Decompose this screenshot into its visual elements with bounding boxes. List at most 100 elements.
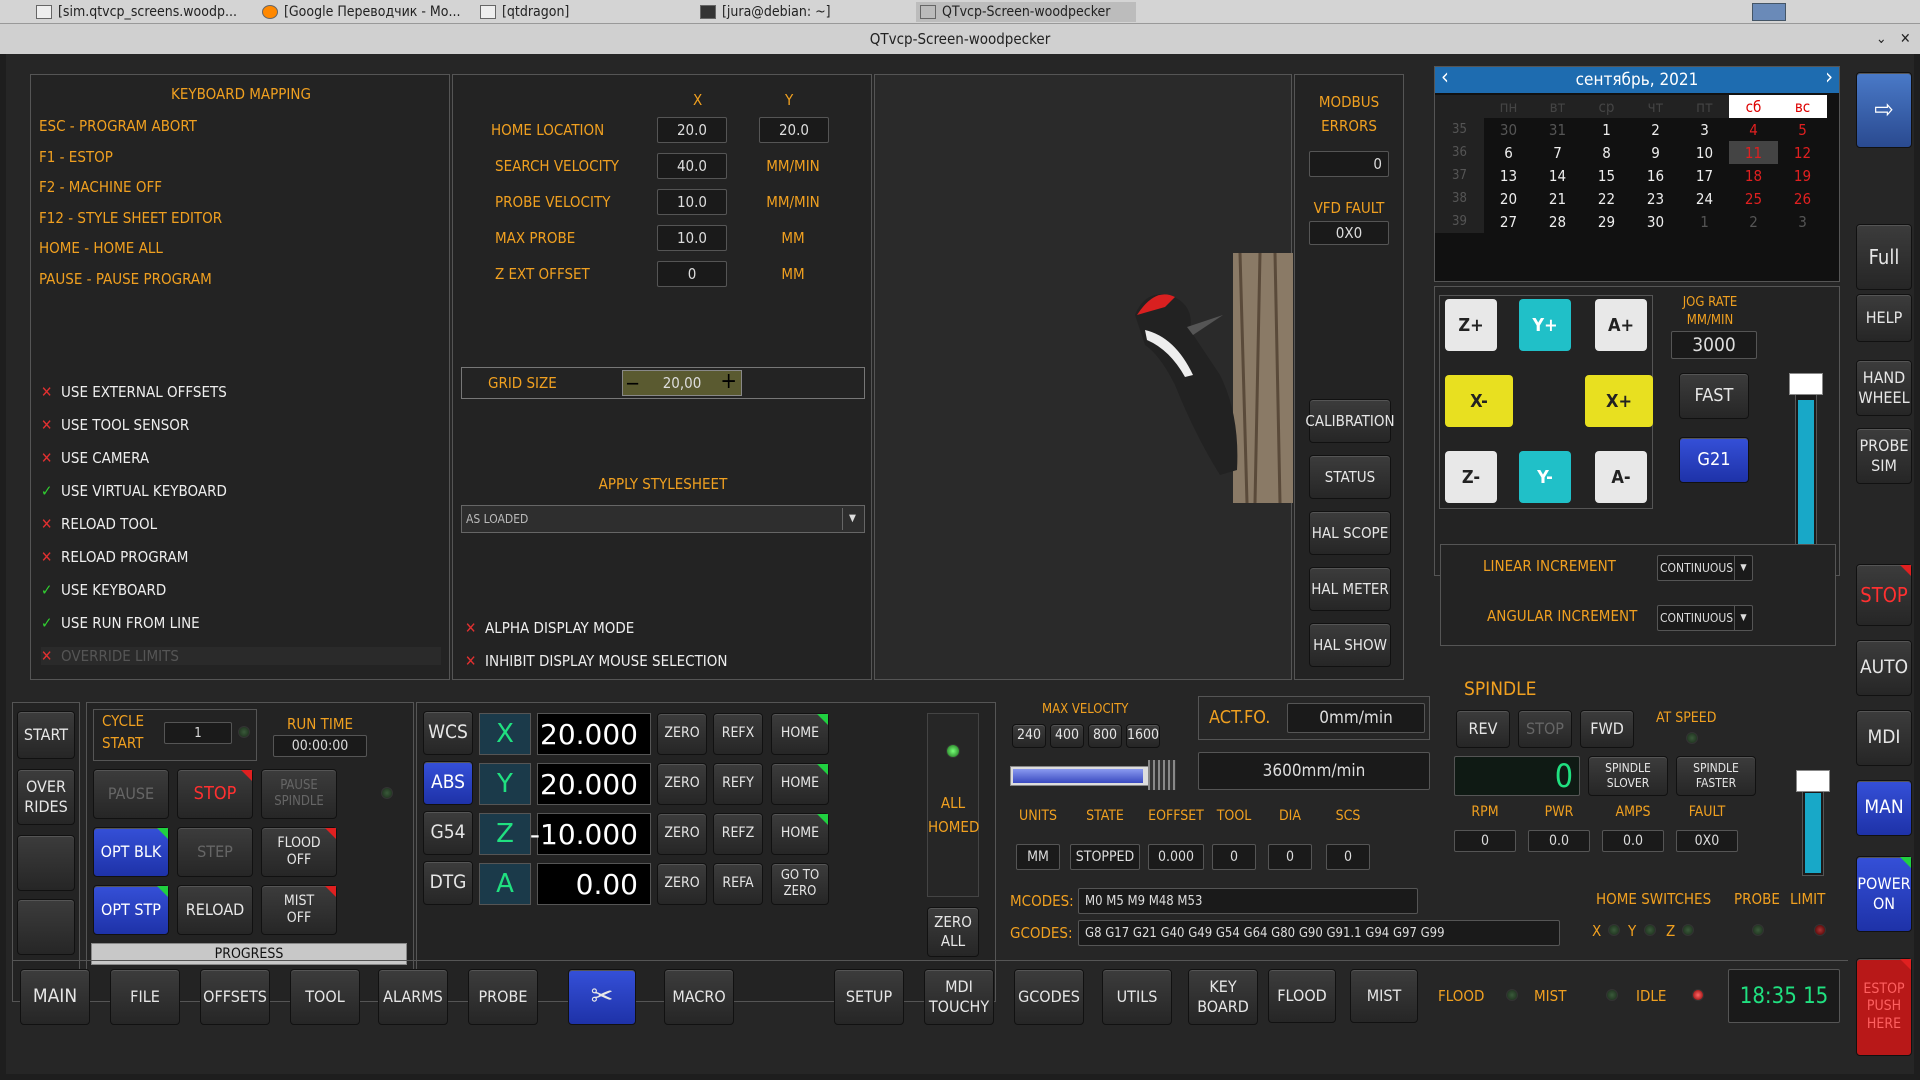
jog-y-minus-button[interactable]: Y- [1519,451,1571,503]
stop-button[interactable]: STOP [1856,564,1912,626]
calendar-day[interactable]: 31 [1533,118,1582,141]
cycle-count[interactable]: 1 [164,722,232,744]
auto-mode-button[interactable]: AUTO [1856,640,1912,696]
overrides-button[interactable]: OVER RIDES [17,769,75,825]
setting-x-field[interactable]: 10.0 [657,189,727,215]
zero-all-button[interactable]: ZERO ALL [927,907,979,957]
tab-tool[interactable]: TOOL [290,969,360,1025]
fast-button[interactable]: FAST [1679,373,1749,419]
tab-tools[interactable]: ✂ [568,969,636,1025]
calendar-day[interactable]: 15 [1582,164,1631,187]
option-checkbox[interactable]: ✕ USE CAMERA [41,449,149,467]
modbus-hal-scope-button[interactable]: HAL SCOPE [1309,511,1391,555]
pause-button[interactable]: PAUSE [93,769,169,819]
velocity-slider-handle[interactable] [1148,760,1176,790]
calendar-day[interactable]: 30 [1631,210,1680,233]
tab-utils[interactable]: UTILS [1102,969,1172,1025]
modbus-calibration-button[interactable]: CALIBRATION [1305,399,1395,443]
prev-month-icon[interactable]: ‹ [1441,65,1449,91]
velocity-preset-400-button[interactable]: 400 [1050,724,1084,748]
zero-y-button[interactable]: ZERO [657,763,707,805]
task-item-active[interactable]: QTvcp-Screen-woodpecker [916,2,1136,22]
manual-mode-button[interactable]: MAN [1856,780,1912,836]
option-checkbox[interactable]: ✓ USE RUN FROM LINE [41,614,200,632]
task-item[interactable]: [sim.qtvcp_screens.woodp... [32,2,252,22]
calendar-day[interactable]: 3 [1680,118,1729,141]
calendar-day[interactable]: 4 [1729,118,1778,141]
modbus-status-button[interactable]: STATUS [1309,455,1391,499]
full-screen-button[interactable]: Full [1856,224,1912,290]
zero-a-button[interactable]: ZERO [657,863,707,905]
option-checkbox[interactable]: ✓ USE VIRTUAL KEYBOARD [41,482,227,500]
flood-button[interactable]: FLOOD [1268,969,1336,1023]
step-button[interactable]: STEP [177,827,253,877]
g21-button[interactable]: G21 [1679,437,1749,483]
exit-button[interactable]: ⇨ [1856,72,1912,148]
chevron-down-icon[interactable]: ▼ [1734,556,1752,580]
calendar-day[interactable]: 20 [1484,187,1533,210]
calendar-day[interactable]: 11 [1729,141,1778,164]
option-checkbox[interactable]: ✕ USE TOOL SENSOR [41,416,189,434]
tab-probe[interactable]: PROBE [468,969,538,1025]
calendar-day[interactable]: 10 [1680,141,1729,164]
opt-blk-button[interactable]: OPT BLK [93,827,169,877]
jog-z-minus-button[interactable]: Z- [1445,451,1497,503]
spindle-faster-button[interactable]: SPINDLE FASTER [1676,756,1756,796]
tab-key-board[interactable]: KEY BOARD [1188,969,1258,1025]
close-icon[interactable]: ✕ [1900,24,1911,54]
spindle-rev-button[interactable]: REV [1456,710,1510,748]
calendar-day[interactable]: 5 [1778,118,1827,141]
tab-gcodes[interactable]: GCODES [1014,969,1084,1025]
setting-x-field[interactable]: 0 [657,261,727,287]
refa-button[interactable]: REFA [713,863,763,905]
zero-z-button[interactable]: ZERO [657,813,707,855]
next-month-icon[interactable]: › [1825,65,1833,91]
mdi-mode-button[interactable]: MDI [1856,710,1912,766]
mist-button[interactable]: MIST [1350,969,1418,1023]
modbus-hal-show-button[interactable]: HAL SHOW [1309,623,1391,667]
tab-file[interactable]: FILE [110,969,180,1025]
home-y-button[interactable]: HOME [771,763,829,805]
calendar-day[interactable]: 23 [1631,187,1680,210]
setting-x-field[interactable]: 20.0 [657,117,727,143]
reload-button[interactable]: RELOAD [177,885,253,935]
calendar-day[interactable]: 22 [1582,187,1631,210]
calendar-day[interactable]: 26 [1778,187,1827,210]
home-x-button[interactable]: HOME [771,713,829,755]
calendar-day[interactable]: 9 [1631,141,1680,164]
calendar-day[interactable]: 6 [1484,141,1533,164]
calendar-day[interactable]: 25 [1729,187,1778,210]
tab-macro[interactable]: MACRO [664,969,734,1025]
spindle-slower-button[interactable]: SPINDLE SLOVER [1588,756,1668,796]
go-to-zero-button[interactable]: GO TO ZERO [771,863,829,905]
tab-setup[interactable]: SETUP [834,969,904,1025]
minus-icon[interactable]: − [625,371,640,395]
workspace-pager[interactable] [1752,3,1786,21]
task-item[interactable]: [Google Переводчик - Мо... [258,2,478,22]
calendar-day[interactable]: 28 [1533,210,1582,233]
calendar-day[interactable]: 18 [1729,164,1778,187]
task-item[interactable]: [qtdragon] [476,2,696,22]
calendar-day[interactable]: 8 [1582,141,1631,164]
calendar-day[interactable]: 3 [1778,210,1827,233]
jog-y-plus-button[interactable]: Y+ [1519,299,1571,351]
calendar-day[interactable]: 14 [1533,164,1582,187]
spindle-fwd-button[interactable]: FWD [1580,710,1634,748]
setting-x-field[interactable]: 40.0 [657,153,727,179]
setting-y-field[interactable]: 20.0 [759,117,829,143]
tab-alarms[interactable]: ALARMS [378,969,448,1025]
blank-button-2[interactable] [17,899,75,955]
calendar-day[interactable]: 1 [1680,210,1729,233]
velocity-preset-1600-button[interactable]: 1600 [1126,724,1160,748]
calendar-day[interactable]: 17 [1680,164,1729,187]
coord-g54-button[interactable]: G54 [423,811,473,855]
chevron-down-icon[interactable]: ▼ [842,508,862,530]
coord-wcs-button[interactable]: WCS [423,711,473,755]
tab-mdi-touchy[interactable]: MDI TOUCHY [924,969,994,1025]
setting-x-field[interactable]: 10.0 [657,225,727,251]
calendar-day[interactable]: 2 [1631,118,1680,141]
axis-z-label[interactable]: Z [479,813,531,855]
coord-abs-button[interactable]: ABS [423,761,473,805]
pause-spindle-button[interactable]: PAUSE SPINDLE [261,769,337,819]
option-checkbox[interactable]: ✕ RELOAD TOOL [41,515,157,533]
